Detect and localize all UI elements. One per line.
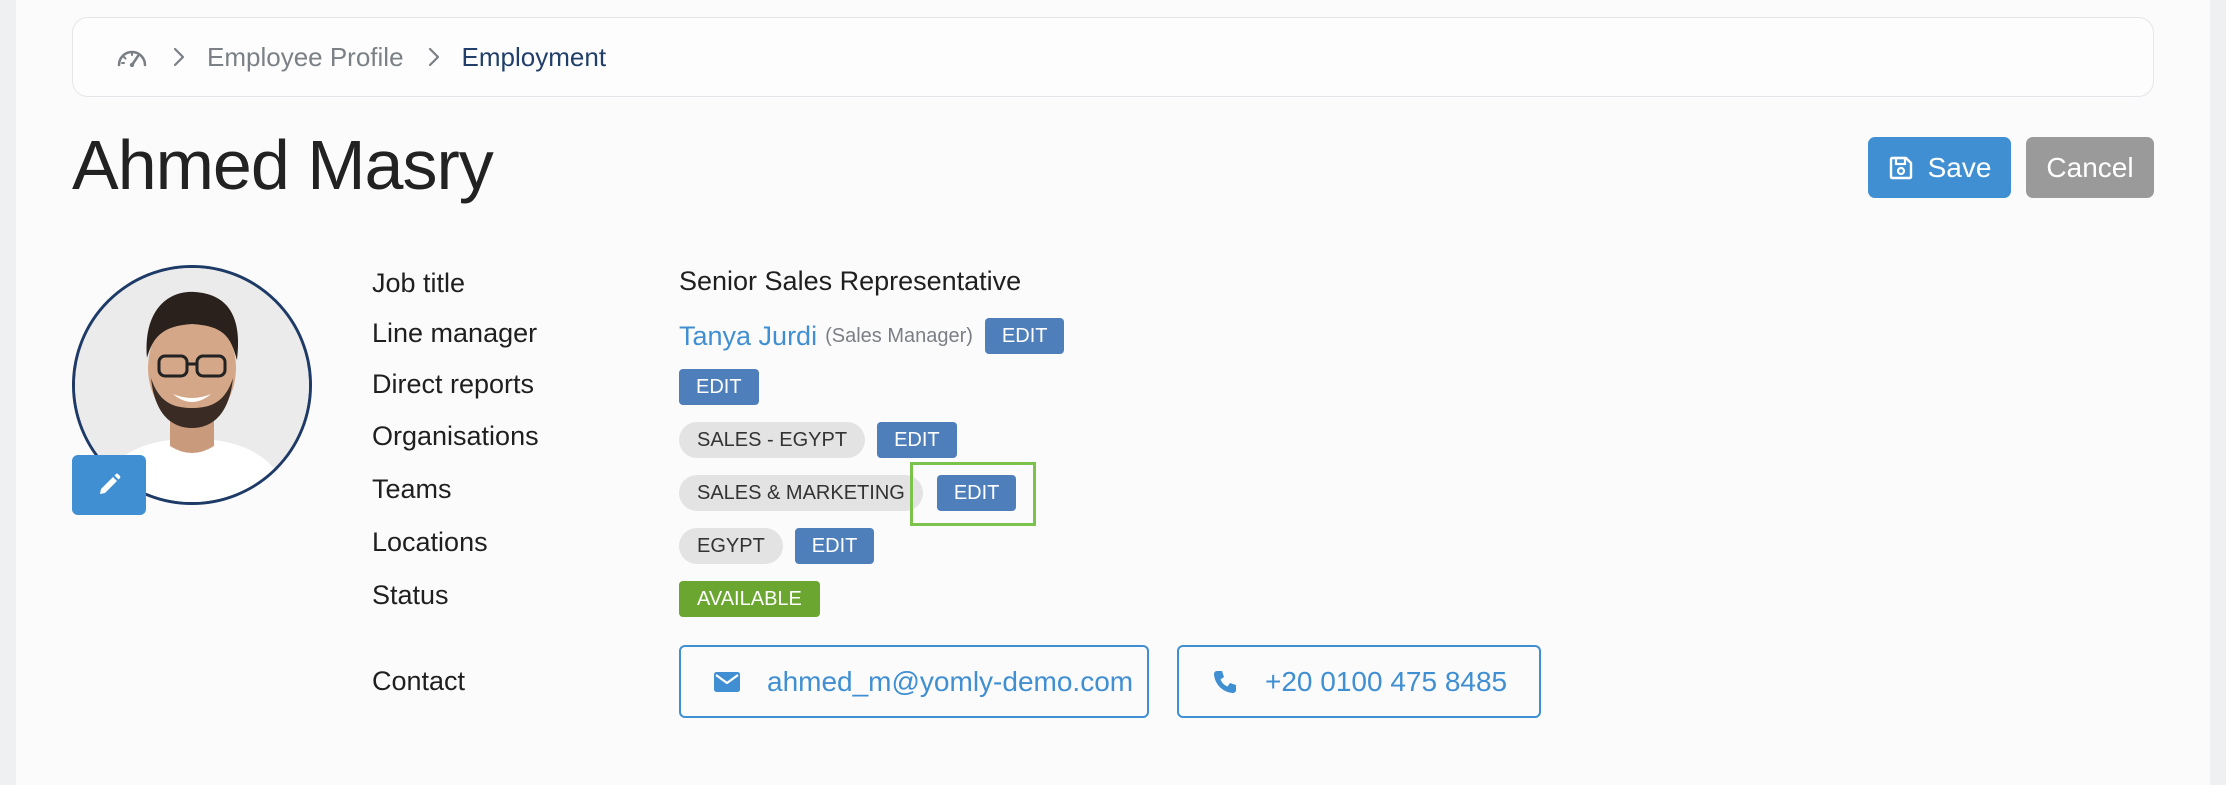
- label-job-title: Job title: [372, 268, 466, 298]
- pencil-icon: [96, 472, 122, 498]
- location-tag: EGYPT: [679, 528, 783, 564]
- edit-line-manager-button[interactable]: EDIT: [984, 318, 1065, 354]
- speedometer-icon[interactable]: [115, 40, 149, 74]
- breadcrumb-employee-profile[interactable]: Employee Profile: [207, 42, 404, 73]
- team-tag: SALES & MARKETING: [679, 475, 923, 511]
- label-teams: Teams: [372, 474, 452, 504]
- direct-reports-row: EDIT: [679, 369, 759, 405]
- edit-photo-button[interactable]: [72, 455, 146, 515]
- edit-direct-reports-button[interactable]: EDIT: [679, 369, 759, 405]
- label-status: Status: [372, 580, 449, 610]
- breadcrumb-employment: Employment: [461, 41, 607, 72]
- edit-teams-button[interactable]: EDIT: [936, 475, 1017, 511]
- save-button[interactable]: Save: [1868, 137, 2011, 198]
- locations-row: EGYPT EDIT: [679, 528, 875, 564]
- organisations-row: SALES - EGYPT EDIT: [679, 422, 957, 458]
- label-direct-reports: Direct reports: [372, 369, 535, 399]
- save-label: Save: [1927, 151, 1992, 183]
- page: Employee Profile Employment Ahmed Masry …: [16, 0, 2210, 785]
- label-organisations: Organisations: [372, 421, 539, 451]
- save-icon: [1888, 155, 1914, 181]
- cancel-button[interactable]: Cancel: [2026, 137, 2154, 198]
- teams-row: SALES & MARKETING EDIT: [679, 475, 1017, 511]
- phone-button[interactable]: +20 0100 475 8485: [1177, 645, 1541, 718]
- email-button[interactable]: ahmed_m@yomly-demo.com: [679, 645, 1149, 718]
- breadcrumb: Employee Profile Employment: [72, 17, 2154, 97]
- page-title: Ahmed Masry: [72, 126, 494, 204]
- phone-icon: [1211, 668, 1239, 696]
- chevron-right-icon: [173, 47, 185, 67]
- organisation-tag: SALES - EGYPT: [679, 422, 866, 458]
- label-contact: Contact: [372, 666, 466, 696]
- job-title-value: Senior Sales Representative: [679, 266, 1022, 296]
- edit-locations-button[interactable]: EDIT: [794, 528, 875, 564]
- label-line-manager: Line manager: [372, 318, 538, 348]
- phone-value: +20 0100 475 8485: [1265, 665, 1508, 697]
- line-manager-link[interactable]: Tanya Jurdi: [679, 321, 817, 352]
- email-value: ahmed_m@yomly-demo.com: [767, 665, 1134, 697]
- edit-organisations-button[interactable]: EDIT: [877, 422, 957, 458]
- job-title-row: Senior Sales Representative: [679, 266, 1021, 297]
- chevron-right-icon: [428, 47, 440, 67]
- line-manager-row: Tanya Jurdi (Sales Manager) EDIT: [679, 318, 1065, 354]
- envelope-icon: [713, 671, 741, 693]
- status-row: AVAILABLE: [679, 581, 820, 617]
- label-locations: Locations: [372, 527, 488, 557]
- status-badge: AVAILABLE: [679, 581, 820, 617]
- line-manager-role: (Sales Manager): [825, 324, 973, 347]
